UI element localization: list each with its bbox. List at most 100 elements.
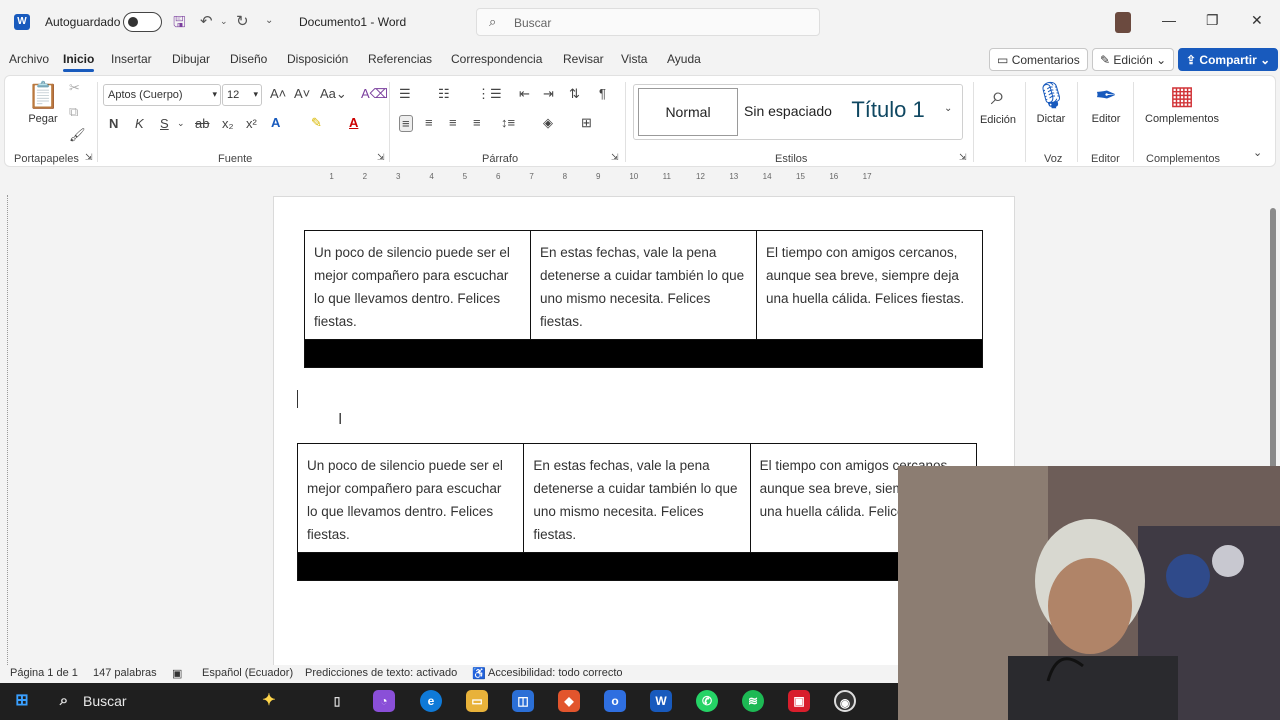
multilevel-list-icon[interactable]: ⋮☰ [477, 86, 502, 102]
brave-icon[interactable]: ◆ [558, 690, 580, 712]
share-button[interactable]: ⇪ Compartir ⌄ [1178, 48, 1279, 71]
table-cell[interactable]: Un poco de silencio puede ser el mejor c… [304, 230, 531, 340]
restore-icon[interactable]: ❐ [1206, 12, 1219, 29]
task-view-icon[interactable]: ▯ [326, 690, 348, 712]
paste-button[interactable]: 📋 Pegar [27, 80, 59, 125]
bullets-icon[interactable]: ☰ [399, 86, 411, 102]
highlight-icon[interactable]: ✎ [311, 115, 322, 131]
edge-icon[interactable]: e [420, 690, 442, 712]
editing-mode-button[interactable]: ✎ Edición ⌄ [1092, 48, 1175, 71]
grow-font-icon[interactable]: A˄ [270, 86, 286, 101]
editing-button[interactable]: ⌕ Edición [975, 80, 1021, 126]
copilot-sparkle-icon[interactable]: ✦ [258, 690, 280, 712]
clear-formatting-icon[interactable]: A⌫ [361, 86, 388, 102]
show-marks-icon[interactable]: ¶ [599, 86, 606, 101]
minimize-icon[interactable]: — [1162, 12, 1176, 28]
font-color-icon[interactable]: A [349, 115, 358, 130]
subscript-icon[interactable]: x₂ [222, 116, 234, 131]
styles-more-icon[interactable]: ⌄ [944, 103, 952, 114]
format-painter-icon[interactable]: 🖌 [69, 127, 86, 143]
table-cell[interactable]: Un poco de silencio puede ser el mejor c… [296, 443, 525, 553]
avatar[interactable] [1115, 12, 1131, 33]
red-app-icon[interactable]: ▣ [788, 690, 810, 712]
save-icon[interactable]: 🖫 [173, 12, 186, 37]
tab-insertar[interactable]: Insertar [111, 52, 152, 66]
tab-dibujar[interactable]: Dibujar [172, 52, 210, 66]
dialog-launcher-icon[interactable]: ⇲ [959, 152, 967, 163]
strikethrough-icon[interactable]: ab [195, 116, 209, 131]
obs-icon[interactable]: ◉ [834, 690, 856, 712]
horizontal-ruler[interactable]: 1 2 3 4 5 6 7 8 9 10 11 12 13 14 15 16 17 [296, 172, 910, 184]
sort-icon[interactable]: ⇅ [569, 86, 580, 102]
tab-inicio[interactable]: Inicio [63, 52, 95, 72]
word-count[interactable]: 147 palabras [93, 667, 157, 679]
line-spacing-icon[interactable]: ↕≡ [501, 115, 515, 130]
page-count[interactable]: Página 1 de 1 [10, 667, 78, 679]
decrease-indent-icon[interactable]: ⇤ [519, 86, 530, 102]
table-cell-shaded[interactable] [304, 339, 983, 368]
tab-vista[interactable]: Vista [621, 52, 647, 66]
table-cell[interactable]: En estas fechas, vale la pena detenerse … [530, 230, 757, 340]
increase-indent-icon[interactable]: ⇥ [543, 86, 554, 102]
taskbar-search-icon[interactable]: ⌕ [53, 690, 75, 712]
accessibility-status[interactable]: Accesibilidad: todo correcto [488, 667, 623, 679]
tab-ayuda[interactable]: Ayuda [667, 52, 701, 66]
proofing-icon[interactable]: ▣ [172, 667, 182, 680]
numbering-icon[interactable]: ☷ [438, 86, 450, 102]
font-size-dropdown[interactable]: 12 ▾ [222, 84, 262, 106]
undo-icon[interactable]: ↶ [200, 12, 213, 30]
shading-icon[interactable]: ◈ [543, 115, 553, 131]
font-name-dropdown[interactable]: Aptos (Cuerpo) ▾ [103, 84, 221, 106]
text-predictions-status[interactable]: Predicciones de texto: activado [305, 667, 457, 679]
shrink-font-icon[interactable]: A˅ [294, 86, 310, 101]
dictate-button[interactable]: 🎙 Dictar [1031, 80, 1071, 125]
change-case-icon[interactable]: Aa⌄ [320, 86, 347, 102]
align-right-icon[interactable]: ≡ [449, 115, 457, 130]
editor-button[interactable]: ✒ Editor [1085, 80, 1127, 125]
undo-dropdown-icon[interactable]: ⌄ [220, 16, 228, 27]
search-box[interactable]: ⌕ Buscar [476, 8, 820, 36]
underline-button[interactable]: S [160, 116, 169, 131]
dialog-launcher-icon[interactable]: ⇲ [85, 152, 93, 163]
justify-icon[interactable]: ≡ [473, 115, 481, 130]
table-1[interactable]: Un poco de silencio puede ser el mejor c… [304, 230, 983, 368]
tab-correspondencia[interactable]: Correspondencia [451, 52, 542, 66]
dialog-launcher-icon[interactable]: ⇲ [611, 152, 619, 163]
superscript-icon[interactable]: x² [246, 116, 257, 131]
align-left-icon[interactable]: ≡ [399, 115, 413, 132]
collapse-ribbon-icon[interactable]: ⌄ [1253, 146, 1262, 159]
chevron-down-icon[interactable]: ⌄ [177, 118, 185, 129]
style-normal[interactable]: Normal [638, 88, 738, 136]
tab-archivo[interactable]: Archivo [9, 52, 49, 66]
italic-button[interactable]: K [135, 116, 144, 131]
tab-revisar[interactable]: Revisar [563, 52, 604, 66]
taskbar-search-label[interactable]: Buscar [83, 693, 127, 709]
language-status[interactable]: Español (Ecuador) [202, 667, 293, 679]
text-effects-icon[interactable]: A [271, 115, 280, 130]
align-center-icon[interactable]: ≡ [425, 115, 433, 130]
windows-start-icon[interactable]: ⊞ [11, 690, 33, 712]
table-cell-shaded[interactable] [297, 552, 977, 581]
whatsapp-icon[interactable]: ✆ [696, 690, 718, 712]
table-2[interactable]: Un poco de silencio puede ser el mejor c… [296, 443, 978, 581]
style-sin-espaciado[interactable]: Sin espaciado [742, 88, 834, 136]
word-taskbar-icon[interactable]: W [650, 690, 672, 712]
tab-disposicion[interactable]: Disposición [287, 52, 348, 66]
customize-toolbar-icon[interactable]: ⌄ [265, 15, 273, 26]
borders-icon[interactable]: ⊞ [581, 115, 592, 131]
file-explorer-icon[interactable]: ▭ [466, 690, 488, 712]
comments-button[interactable]: ▭ Comentarios [989, 48, 1088, 71]
add-ins-button[interactable]: ▦ Complementos [1141, 80, 1223, 125]
copilot-app-icon[interactable]: ◔ [373, 690, 395, 712]
cut-icon[interactable]: ✂ [69, 80, 80, 96]
style-titulo-1[interactable]: Título 1 [842, 88, 934, 136]
close-icon[interactable]: ✕ [1251, 12, 1263, 29]
redo-icon[interactable]: ↻ [236, 12, 249, 30]
autosave-toggle[interactable] [123, 12, 162, 32]
dialog-launcher-icon[interactable]: ⇲ [377, 152, 385, 163]
outlook-icon[interactable]: o [604, 690, 626, 712]
copy-icon[interactable]: ⧉ [69, 104, 78, 120]
bold-button[interactable]: N [109, 116, 118, 131]
spotify-icon[interactable]: ≋ [742, 690, 764, 712]
tab-referencias[interactable]: Referencias [368, 52, 432, 66]
